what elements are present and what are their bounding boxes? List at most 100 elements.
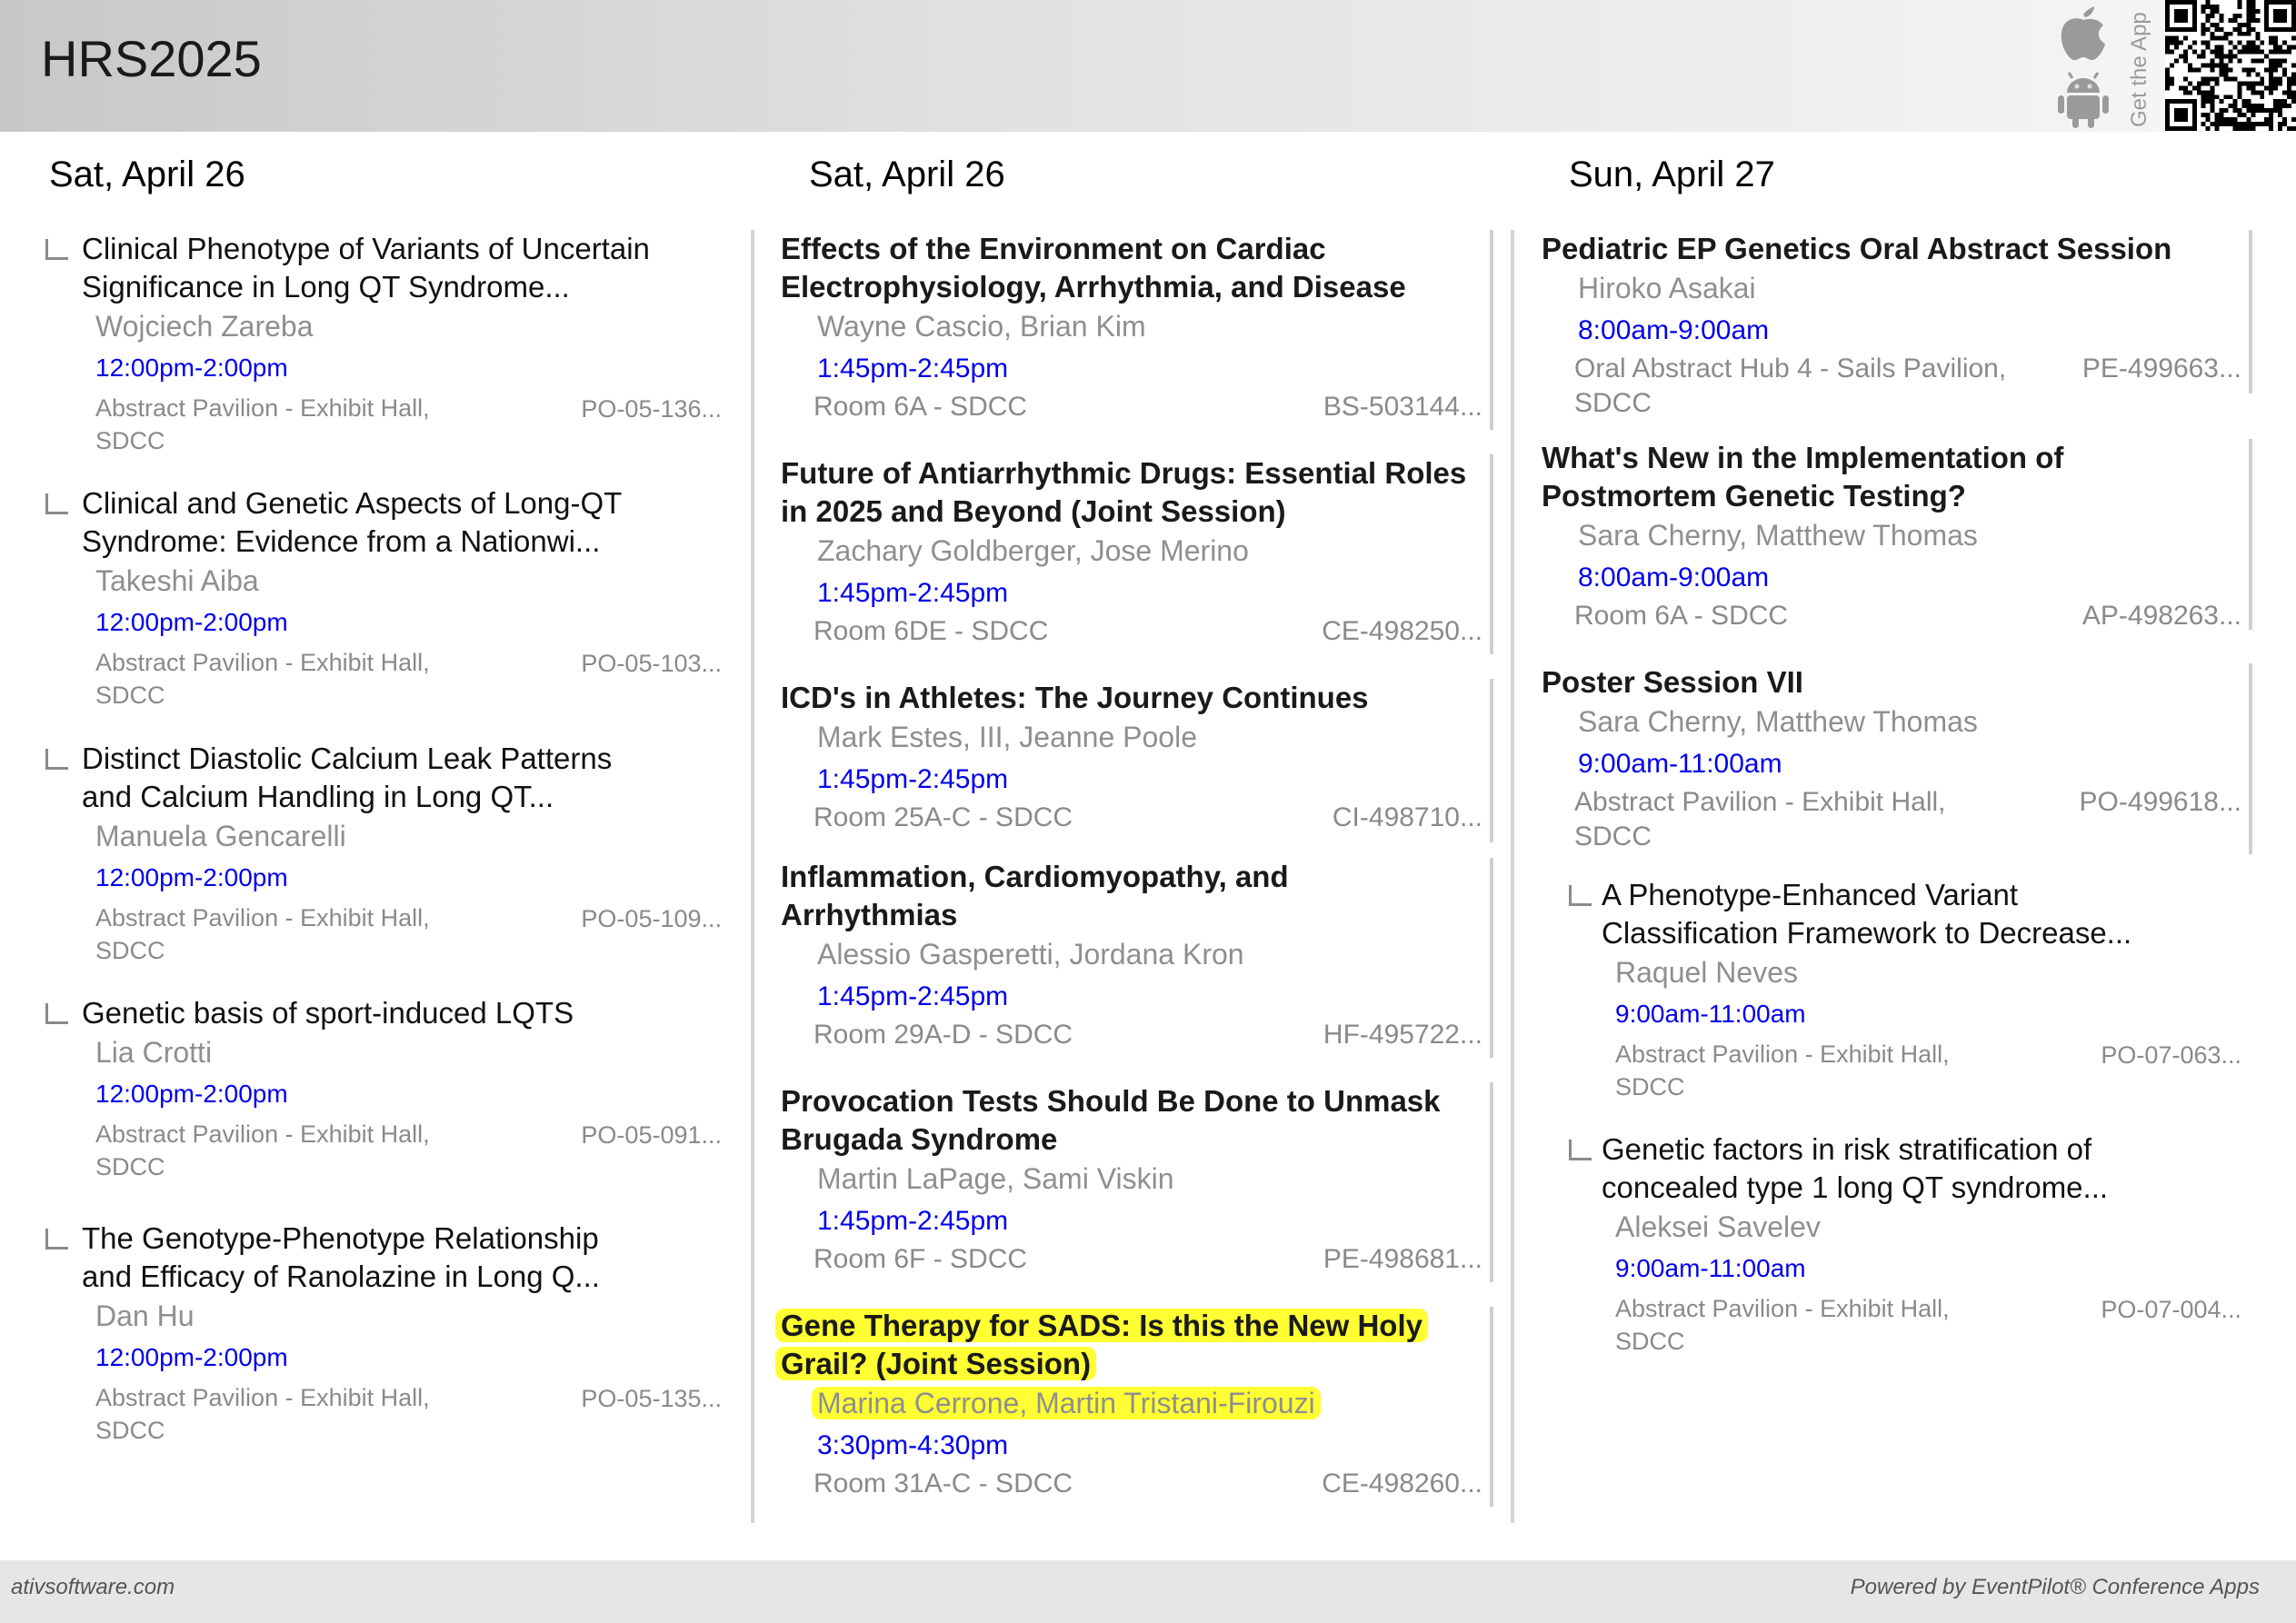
item-time: 12:00pm-2:00pm	[95, 608, 288, 636]
session-room: Room 6DE - SDCC	[814, 616, 1049, 646]
item-code: PO-05-136...	[581, 395, 722, 423]
session-room: Abstract Pavilion - Exhibit Hall, SDCC	[1574, 787, 1946, 851]
item-time: 9:00am-11:00am	[1615, 1000, 1806, 1028]
session-code: CE-498250...	[1322, 616, 1482, 646]
item-location: Abstract Pavilion - Exhibit Hall, SDCC	[95, 1120, 430, 1180]
item-title[interactable]: Genetic basis of sport-induced LQTS	[82, 994, 574, 1032]
item-speaker[interactable]: Lia Crotti	[95, 1036, 212, 1070]
session-speakers[interactable]: Wayne Cascio, Brian Kim	[817, 310, 1146, 344]
session-time: 1:45pm-2:45pm	[817, 1206, 1009, 1236]
session-speakers[interactable]: Martin LaPage, Sami Viskin	[817, 1162, 1173, 1196]
session-title[interactable]: ICD's in Athletes: The Journey Continues	[781, 679, 1369, 717]
session-speakers[interactable]: Sara Cherny, Matthew Thomas	[1578, 705, 1978, 739]
session-speakers[interactable]: Mark Estes, III, Jeanne Poole	[817, 721, 1197, 754]
item-location: Abstract Pavilion - Exhibit Hall, SDCC	[1615, 1295, 1950, 1355]
session-item[interactable]: Poster Session VII Sara Cherny, Matthew …	[1542, 663, 2252, 854]
session-bar	[2249, 439, 2252, 630]
item-time: 12:00pm-2:00pm	[95, 863, 288, 891]
list-item[interactable]: Clinical Phenotype of Variants of Uncert…	[45, 230, 722, 457]
session-time: 3:30pm-4:30pm	[817, 1430, 1009, 1460]
session-code: BS-503144...	[1323, 392, 1482, 422]
apple-icon[interactable]	[2061, 6, 2105, 61]
session-code: CE-498260...	[1322, 1469, 1482, 1499]
session-title[interactable]: Pediatric EP Genetics Oral Abstract Sess…	[1542, 230, 2171, 268]
session-room: Oral Abstract Hub 4 - Sails Pavilion, SDC…	[1574, 353, 2007, 418]
session-title[interactable]: Poster Session VII	[1542, 663, 1803, 702]
session-item[interactable]: Effects of the Environment on Cardiac Ele…	[781, 230, 1493, 430]
session-speakers[interactable]: Marina Cerrone, Martin Tristani-Firouzi	[812, 1387, 1321, 1420]
item-code: PO-07-004...	[2101, 1296, 2241, 1323]
item-code: PO-05-103...	[581, 650, 722, 677]
session-title[interactable]: Provocation Tests Should Be Done to Unma…	[781, 1082, 1441, 1159]
session-item[interactable]: Provocation Tests Should Be Done to Unma…	[781, 1082, 1493, 1282]
list-item[interactable]: Genetic factors in risk stratification o…	[1569, 1130, 2241, 1358]
item-time: 12:00pm-2:00pm	[95, 353, 288, 382]
session-bar	[1490, 858, 1493, 1058]
android-icon[interactable]	[2058, 72, 2109, 128]
session-code: PE-498681...	[1323, 1244, 1482, 1274]
item-code: PO-07-063...	[2101, 1041, 2241, 1069]
session-code: CI-498710...	[1332, 802, 1482, 832]
session-bar	[2249, 663, 2252, 854]
item-speaker[interactable]: Dan Hu	[95, 1299, 195, 1333]
child-indent-icon	[45, 1003, 68, 1024]
session-code: PO-499618...	[2079, 787, 2241, 817]
child-indent-icon	[1569, 1140, 1592, 1160]
day-header-col1: Sat, April 26	[49, 154, 245, 194]
item-code: PO-05-109...	[581, 905, 722, 932]
get-the-app-label: Get the App	[2127, 12, 2151, 127]
column-divider	[1511, 230, 1514, 1523]
session-room: Room 6A - SDCC	[814, 392, 1028, 422]
item-speaker[interactable]: Raquel Neves	[1615, 956, 1798, 990]
item-speaker[interactable]: Wojciech Zareba	[95, 310, 314, 344]
session-time: 8:00am-9:00am	[1578, 563, 1770, 592]
session-item[interactable]: Future of Antiarrhythmic Drugs: Essentia…	[781, 454, 1493, 654]
session-title[interactable]: Future of Antiarrhythmic Drugs: Essentia…	[781, 454, 1466, 531]
app-header: HRS2025 Get the App	[0, 0, 2296, 132]
session-title[interactable]: What's New in the Implementation of Postm…	[1542, 439, 2063, 515]
item-speaker[interactable]: Takeshi Aiba	[95, 564, 259, 598]
item-title[interactable]: Distinct Diastolic Calcium Leak Patterns…	[82, 740, 612, 816]
session-item[interactable]: ICD's in Athletes: The Journey Continues…	[781, 679, 1493, 842]
item-title[interactable]: Genetic factors in risk stratification o…	[1602, 1130, 2108, 1207]
list-item[interactable]: A Phenotype-Enhanced Variant Classificati…	[1569, 876, 2241, 1103]
day-header-col3: Sun, April 27	[1569, 154, 1775, 194]
item-code: PO-05-091...	[581, 1121, 722, 1149]
session-time: 1:45pm-2:45pm	[817, 764, 1009, 794]
item-title[interactable]: A Phenotype-Enhanced Variant Classificati…	[1602, 876, 2131, 952]
session-title[interactable]: Effects of the Environment on Cardiac Ele…	[781, 230, 1406, 306]
list-item[interactable]: Clinical and Genetic Aspects of Long-QT S…	[45, 484, 722, 712]
session-speakers[interactable]: Alessio Gasperetti, Jordana Kron	[817, 938, 1244, 971]
item-title[interactable]: The Genotype-Phenotype Relationship and E…	[82, 1220, 600, 1296]
list-item[interactable]: The Genotype-Phenotype Relationship and E…	[45, 1220, 722, 1447]
session-bar	[2249, 230, 2252, 393]
list-item[interactable]: Distinct Diastolic Calcium Leak Patterns…	[45, 740, 722, 967]
child-indent-icon	[45, 239, 68, 260]
item-location: Abstract Pavilion - Exhibit Hall, SDCC	[95, 904, 430, 964]
page-footer: ativsoftware.com Powered by EventPilot® …	[0, 1560, 2296, 1623]
footer-website-link[interactable]: ativsoftware.com	[11, 1575, 175, 1600]
session-item-highlighted[interactable]: Gene Therapy for SADS: Is this the New H…	[775, 1307, 1493, 1507]
session-bar	[1490, 1307, 1493, 1507]
child-indent-icon	[45, 1229, 68, 1250]
session-title[interactable]: Gene Therapy for SADS: Is this the New H…	[775, 1307, 1428, 1383]
session-time: 8:00am-9:00am	[1578, 315, 1770, 345]
app-title: HRS2025	[41, 30, 262, 87]
child-indent-icon	[45, 493, 68, 514]
session-item[interactable]: Pediatric EP Genetics Oral Abstract Sess…	[1542, 230, 2252, 418]
session-speakers[interactable]: Zachary Goldberger, Jose Merino	[817, 534, 1249, 568]
day-header-col2: Sat, April 26	[809, 154, 1005, 194]
session-speakers[interactable]: Hiroko Asakai	[1578, 272, 1756, 305]
footer-powered-by: Powered by EventPilot® Conference Apps	[1850, 1575, 2260, 1599]
item-speaker[interactable]: Manuela Gencarelli	[95, 820, 346, 853]
session-item[interactable]: What's New in the Implementation of Postm…	[1542, 439, 2252, 631]
session-speakers[interactable]: Sara Cherny, Matthew Thomas	[1578, 519, 1978, 553]
session-item[interactable]: Inflammation, Cardiomyopathy, and Arrhyth…	[781, 858, 1493, 1058]
list-item[interactable]: Genetic basis of sport-induced LQTS Lia …	[45, 994, 722, 1185]
session-room: Room 29A-D - SDCC	[814, 1020, 1073, 1050]
item-title[interactable]: Clinical Phenotype of Variants of Uncert…	[82, 230, 650, 306]
item-speaker[interactable]: Aleksei Savelev	[1615, 1210, 1821, 1244]
qr-code[interactable]	[2165, 0, 2296, 131]
session-title[interactable]: Inflammation, Cardiomyopathy, and Arrhyth…	[781, 858, 1289, 934]
item-title[interactable]: Clinical and Genetic Aspects of Long-QT S…	[82, 484, 622, 561]
